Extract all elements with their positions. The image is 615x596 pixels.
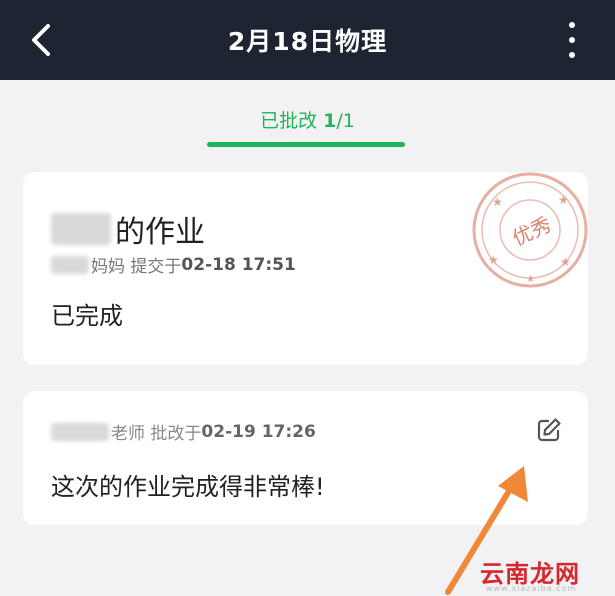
watermark-logo: 云南龙网 www.xiazaiba.com — [472, 540, 615, 596]
blurred-parent-name — [51, 255, 89, 274]
more-dot-icon — [569, 37, 575, 43]
tab-reviewed[interactable]: 已批改 1/1 — [0, 106, 615, 133]
review-content: 这次的作业完成得非常棒! — [51, 473, 325, 501]
homework-content: 已完成 — [51, 302, 123, 330]
submit-time: 02-18 17:51 — [181, 254, 296, 275]
svg-text:★: ★ — [492, 195, 503, 209]
top-bar: 2月18日物理 — [0, 0, 615, 80]
blurred-teacher-name — [51, 422, 109, 441]
edit-comment-button[interactable] — [536, 417, 562, 443]
review-meta: 老师 批改于 02-19 17:26 — [51, 419, 316, 444]
watermark-domain: www.xiazaiba.com — [486, 584, 577, 593]
stamp-text: 优秀 — [509, 212, 555, 251]
page-title: 2月18日物理 — [227, 27, 388, 56]
svg-text:★: ★ — [526, 274, 535, 285]
edit-icon — [537, 418, 561, 442]
tab-reviewed-total: /1 — [336, 110, 355, 132]
submitter-label: 妈妈 提交于 — [91, 257, 182, 277]
svg-text:★: ★ — [558, 193, 569, 207]
svg-text:★: ★ — [488, 253, 499, 267]
blurred-student-name — [51, 213, 111, 245]
tab-active-indicator — [207, 142, 405, 147]
excellent-stamp-icon: ★ ★ ★ ★ ★ 优秀 — [472, 172, 588, 288]
submit-meta: 妈妈 提交于 02-18 17:51 — [51, 252, 296, 277]
chevron-left-icon — [32, 24, 50, 56]
homework-card: 的作业 妈妈 提交于 02-18 17:51 已完成 ★ ★ ★ ★ ★ 优秀 — [23, 172, 588, 365]
more-dot-icon — [569, 52, 575, 58]
review-time: 02-19 17:26 — [201, 421, 316, 442]
svg-text:★: ★ — [560, 255, 571, 269]
reviewer-label: 老师 批改于 — [111, 424, 202, 444]
homework-title: 的作业 — [51, 207, 205, 251]
tab-bar: 已批改 1/1 — [0, 80, 615, 160]
back-button[interactable] — [26, 20, 56, 60]
more-dot-icon — [569, 22, 575, 28]
homework-title-text: 的作业 — [115, 215, 205, 250]
more-menu-button[interactable] — [565, 22, 579, 58]
tab-reviewed-label: 已批改 — [260, 110, 324, 132]
tab-reviewed-count: 1 — [323, 110, 337, 132]
